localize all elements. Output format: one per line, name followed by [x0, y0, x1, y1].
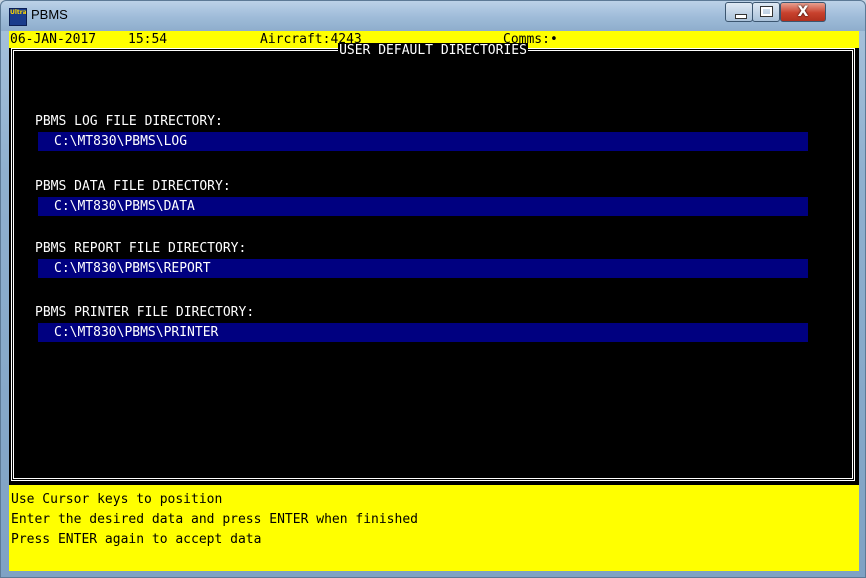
help-line: Enter the desired data and press ENTER w…: [11, 512, 418, 527]
data-dir-label: PBMS DATA FILE DIRECTORY:: [35, 179, 231, 194]
log-dir-label: PBMS LOG FILE DIRECTORY:: [35, 114, 223, 129]
help-line: Use Cursor keys to position: [11, 492, 223, 507]
title-bar[interactable]: Ultra PBMS X: [1, 1, 865, 31]
panel-title: USER DEFAULT DIRECTORIES: [338, 43, 528, 58]
close-icon: X: [797, 4, 809, 20]
printer-dir-input[interactable]: C:\MT830\PBMS\PRINTER: [38, 323, 808, 342]
maximize-button[interactable]: [752, 2, 780, 22]
report-dir-label: PBMS REPORT FILE DIRECTORY:: [35, 241, 247, 256]
help-panel: Use Cursor keys to position Enter the de…: [9, 485, 859, 571]
directories-panel: USER DEFAULT DIRECTORIES PBMS LOG FILE D…: [11, 43, 855, 481]
log-dir-input[interactable]: C:\MT830\PBMS\LOG: [38, 132, 808, 151]
data-dir-input[interactable]: C:\MT830\PBMS\DATA: [38, 197, 808, 216]
maximize-icon: [760, 6, 773, 17]
help-line: Press ENTER again to accept data: [11, 532, 262, 547]
close-button[interactable]: X: [780, 2, 826, 22]
minimize-icon: [735, 14, 747, 19]
printer-dir-label: PBMS PRINTER FILE DIRECTORY:: [35, 305, 255, 320]
app-window: Ultra PBMS X 06-JAN-2017 15:54 Aircraft:…: [0, 0, 866, 578]
minimize-button[interactable]: [725, 2, 753, 22]
app-icon: Ultra: [9, 8, 27, 26]
window-title: PBMS: [31, 7, 68, 22]
terminal-screen: 06-JAN-2017 15:54 Aircraft:4243 Comms:• …: [9, 31, 859, 571]
report-dir-input[interactable]: C:\MT830\PBMS\REPORT: [38, 259, 808, 278]
